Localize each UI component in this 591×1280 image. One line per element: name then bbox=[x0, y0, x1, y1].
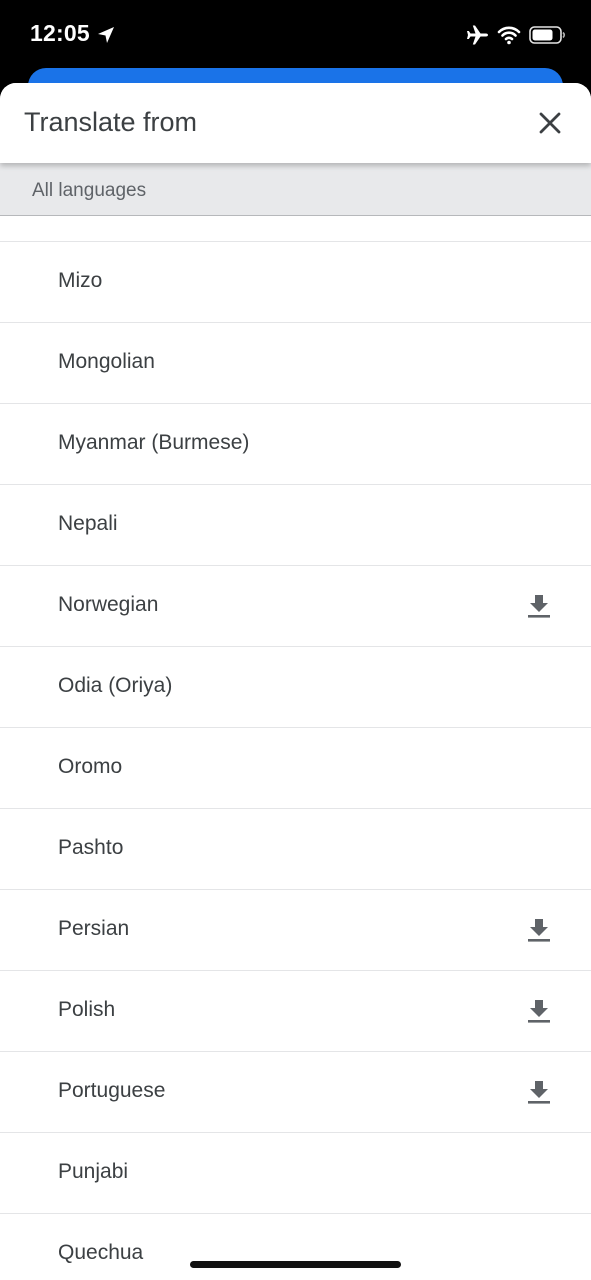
battery-icon bbox=[529, 26, 566, 44]
language-item[interactable]: Portuguese bbox=[0, 1051, 591, 1132]
language-label: Myanmar (Burmese) bbox=[58, 431, 250, 454]
wifi-icon bbox=[497, 26, 521, 45]
language-label: Punjabi bbox=[58, 1160, 129, 1183]
download-icon[interactable] bbox=[527, 998, 551, 1024]
language-item[interactable]: Punjabi bbox=[0, 1132, 591, 1213]
language-item[interactable]: Polish bbox=[0, 970, 591, 1051]
language-label: Quechua bbox=[58, 1241, 144, 1264]
airplane-icon bbox=[467, 25, 488, 45]
language-item[interactable]: Pashto bbox=[0, 808, 591, 889]
language-label: Polish bbox=[58, 998, 116, 1021]
download-icon[interactable] bbox=[527, 917, 551, 943]
close-icon bbox=[539, 112, 561, 134]
language-label: Pashto bbox=[58, 836, 124, 859]
language-item[interactable]: Oromo bbox=[0, 727, 591, 808]
language-label: Persian bbox=[58, 917, 130, 940]
language-item[interactable]: Norwegian bbox=[0, 565, 591, 646]
translate-from-sheet: Translate from All languages Mizo Mongoli… bbox=[0, 83, 591, 1280]
language-label: Portuguese bbox=[58, 1079, 166, 1102]
language-label: Nepali bbox=[58, 512, 118, 535]
language-label: Norwegian bbox=[58, 593, 159, 616]
section-header: All languages bbox=[0, 163, 591, 216]
language-item[interactable]: Nepali bbox=[0, 484, 591, 565]
language-item[interactable]: Persian bbox=[0, 889, 591, 970]
status-time: 12:05 bbox=[30, 20, 90, 46]
language-label: Odia (Oriya) bbox=[58, 674, 173, 697]
language-item[interactable]: Odia (Oriya) bbox=[0, 646, 591, 727]
language-label: Mongolian bbox=[58, 350, 155, 373]
language-item[interactable]: Myanmar (Burmese) bbox=[0, 403, 591, 484]
section-label: All languages bbox=[32, 180, 147, 201]
download-icon[interactable] bbox=[527, 593, 551, 619]
sheet-header: Translate from bbox=[0, 83, 591, 163]
language-item[interactable]: Quechua bbox=[0, 1213, 591, 1280]
sheet-title: Translate from bbox=[24, 107, 198, 137]
location-arrow-icon bbox=[98, 27, 114, 43]
language-item[interactable]: Mongolian bbox=[0, 322, 591, 403]
home-indicator bbox=[190, 1261, 401, 1268]
language-item[interactable]: Mizo bbox=[0, 241, 591, 322]
language-label: Oromo bbox=[58, 755, 123, 778]
close-button[interactable] bbox=[532, 105, 568, 141]
status-bar: 12:05 bbox=[0, 0, 591, 70]
language-list: Mizo Mongolian Myanmar (Burmese) Nepali Norw… bbox=[0, 241, 591, 1280]
download-icon[interactable] bbox=[527, 1079, 551, 1105]
language-label: Mizo bbox=[58, 269, 103, 292]
